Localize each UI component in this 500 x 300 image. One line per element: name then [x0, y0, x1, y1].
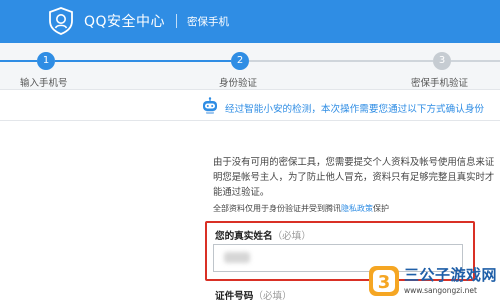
step-1-label: 输入手机号: [20, 78, 68, 89]
step-line-3-right: [451, 60, 500, 62]
brand-title[interactable]: QQ安全中心: [84, 11, 165, 31]
step-line-1-2: [55, 60, 231, 62]
step-2-label: 身份验证: [219, 78, 258, 89]
header-divider: [176, 14, 177, 28]
step-1-circle: 1: [37, 52, 55, 70]
watermark-logo-icon: 3: [369, 266, 399, 296]
top-header: QQ安全中心 密保手机: [0, 0, 500, 43]
watermark-title: 三公子游戏网: [404, 266, 498, 284]
privacy-policy-link[interactable]: 隐私政策: [341, 204, 373, 213]
id-number-required-hint: （必填）: [253, 291, 292, 300]
id-number-label-text: 证件号码: [215, 291, 254, 300]
svg-text:3: 3: [378, 272, 391, 293]
privacy-note: 全部资料仅用于身份验证并受到腾讯隐私政策保护: [213, 203, 389, 214]
blurred-name-value: [224, 252, 250, 263]
id-number-label: 证件号码（必填）: [215, 288, 292, 300]
step-3-circle: 3: [433, 52, 451, 70]
step-3-label: 密保手机验证: [411, 78, 469, 89]
site-watermark: 3 三公子游戏网 www.sangongzi.net: [366, 262, 500, 300]
real-name-required-hint: （必填）: [272, 231, 311, 242]
step-2-circle: 2: [231, 52, 249, 70]
privacy-text-after: 保护: [373, 204, 389, 213]
step-line-1-left: [0, 60, 37, 62]
explanation-text: 由于没有可用的密保工具，您需要提交个人资料及帐号使用信息来证明您是帐号主人，为了…: [213, 157, 495, 198]
header-subtitle: 密保手机: [187, 16, 229, 28]
watermark-url: www.sangongzi.net: [404, 286, 477, 295]
robot-icon: [203, 97, 217, 114]
privacy-text-before: 全部资料仅用于身份验证并受到腾讯: [213, 204, 341, 213]
identity-notice: 经过智能小安的检测，本次操作需要您通过以下方式确认身份: [225, 104, 485, 115]
real-name-label-text: 您的真实姓名: [215, 231, 273, 242]
step-line-2-3: [249, 60, 433, 62]
real-name-label: 您的真实姓名（必填）: [215, 228, 311, 242]
qq-shield-logo-icon: [49, 7, 73, 35]
section-divider: [0, 120, 500, 121]
